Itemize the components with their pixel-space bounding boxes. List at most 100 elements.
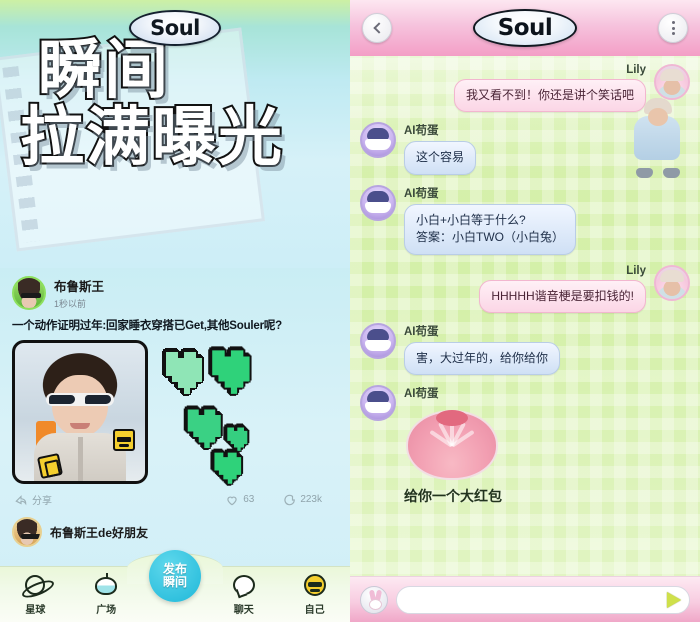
planet-icon xyxy=(22,572,48,598)
feed-hero-banner: Soul 瞬间 拉满曝光 xyxy=(0,0,350,268)
cool-emoji-sticker-icon xyxy=(113,429,135,451)
share-label: 分享 xyxy=(32,496,52,507)
bunny-icon[interactable] xyxy=(360,585,388,614)
heart-icon xyxy=(227,496,237,505)
message-content: AI苟蛋 害，大过年的，给你给你 xyxy=(404,323,561,376)
message-row: Lily 我又看不到！你还是讲个笑话吧 xyxy=(360,64,690,113)
hero-title-line2: 拉满曝光 xyxy=(18,100,284,175)
back-button[interactable] xyxy=(362,13,392,43)
message-bubble[interactable]: 害，大过年的，给你给你 xyxy=(404,341,561,376)
publish-moment-button[interactable]: 发布 瞬间 xyxy=(148,550,201,602)
chat-input-bar xyxy=(350,576,700,622)
avatar[interactable] xyxy=(360,184,396,221)
next-post-author: 布鲁斯王de好朋友 xyxy=(50,525,149,540)
message-bubble[interactable]: 我又看不到！你还是讲个笑话吧 xyxy=(453,79,646,113)
next-post-avatar[interactable] xyxy=(12,517,42,547)
tab-profile[interactable]: 自己 xyxy=(287,572,343,616)
tab-chat[interactable]: 聊天 xyxy=(216,572,272,616)
message-sender: Lily xyxy=(626,264,646,277)
message-row: AI苟蛋 给你一个大红包 xyxy=(360,385,690,506)
message-row: AI苟蛋 小白+小白等于什么? 答案：小白TWO（小白兔） xyxy=(360,184,690,255)
post-action-row: 分享 63 223k xyxy=(12,492,338,513)
avatar-face-icon xyxy=(14,278,44,308)
hero-title-line1: 瞬间 xyxy=(36,34,170,108)
photo-mouth xyxy=(70,423,90,429)
comment-icon xyxy=(284,494,296,505)
avatar[interactable] xyxy=(360,122,396,159)
message-sender: AI苟蛋 xyxy=(404,125,439,138)
soul-logo-text: Soul xyxy=(150,16,200,40)
message-bubble[interactable]: 这个容易 xyxy=(404,141,477,175)
message-sender: Lily xyxy=(626,64,646,76)
app-root: Soul 瞬间 拉满曝光 布鲁斯王 1秒以前 一个动作证明过年:回家睡衣穿搭已G… xyxy=(0,0,700,622)
tab-square[interactable]: 广场 xyxy=(78,572,134,616)
bottom-tab-bar: 星球 广场 发布 瞬间 聊天 自己 xyxy=(0,550,350,622)
avatar[interactable] xyxy=(654,264,690,301)
share-action[interactable]: 分享 xyxy=(14,492,52,507)
chevron-left-icon xyxy=(372,22,385,34)
chat-icon xyxy=(231,572,257,598)
message-content: AI苟蛋 小白+小白等于什么? 答案：小白TWO（小白兔） xyxy=(404,185,576,255)
chat-message-list[interactable]: Lily 我又看不到！你还是讲个笑话吧 AI苟蛋 这个容易 AI苟蛋 小白+小白… xyxy=(350,56,700,584)
profile-icon xyxy=(302,572,328,598)
message-content: Lily 我又看不到！你还是讲个笑话吧 xyxy=(453,64,646,113)
share-icon xyxy=(15,494,27,505)
avatar[interactable] xyxy=(360,322,396,359)
chat-input[interactable] xyxy=(409,592,655,607)
message-sender: AI苟蛋 xyxy=(404,325,439,338)
pixel-heart-icon-4 xyxy=(227,427,248,451)
send-icon[interactable] xyxy=(667,591,681,608)
message-row: AI苟蛋 这个容易 xyxy=(360,122,690,175)
chat-header: Soul xyxy=(350,0,700,56)
bun-icon xyxy=(406,410,498,481)
chat-title-text: Soul xyxy=(497,15,553,41)
tab-planet[interactable]: 星球 xyxy=(7,572,63,616)
publish-line2: 瞬间 xyxy=(162,575,187,589)
like-count: 63 xyxy=(243,494,255,505)
red-packet-sticker[interactable] xyxy=(406,404,498,482)
sunglasses-icon xyxy=(46,393,114,406)
chat-panel: Soul Lily 我又看不到！你还是讲个笑话吧 AI苟蛋 这个容易 AI苟蛋 … xyxy=(350,0,700,622)
tab-profile-label: 自己 xyxy=(304,605,325,616)
red-packet-caption: 给你一个大红包 xyxy=(404,488,502,505)
message-bubble[interactable]: 小白+小白等于什么? 答案：小白TWO（小白兔） xyxy=(404,203,576,255)
feed-post[interactable]: 布鲁斯王 1秒以前 一个动作证明过年:回家睡衣穿搭已Get,其他Souler呢? xyxy=(0,268,350,513)
post-author-avatar[interactable] xyxy=(12,276,46,310)
post-media-row xyxy=(12,340,338,484)
message-bubble[interactable]: HHHHH谐音梗是要扣钱的! xyxy=(479,279,646,313)
tab-planet-label: 星球 xyxy=(25,605,46,616)
post-header: 布鲁斯王 1秒以前 xyxy=(12,276,338,310)
more-menu-button[interactable] xyxy=(658,13,688,43)
message-sender: AI苟蛋 xyxy=(404,388,439,401)
comment-count: 223k xyxy=(300,494,322,505)
tab-chat-label: 聊天 xyxy=(233,605,254,616)
message-row: AI苟蛋 害，大过年的，给你给你 xyxy=(360,322,690,376)
pixel-hearts-group xyxy=(154,340,338,484)
message-content: Lily HHHHH谐音梗是要扣钱的! xyxy=(479,265,646,313)
message-content: AI苟蛋 这个容易 xyxy=(404,122,477,175)
pixel-heart-icon-5 xyxy=(214,452,242,484)
post-photo[interactable] xyxy=(12,340,148,484)
hand-emoji-sticker-icon xyxy=(36,452,64,480)
square-icon xyxy=(93,572,119,598)
chat-title-wrap: Soul xyxy=(392,9,658,47)
chat-input-wrap[interactable] xyxy=(396,585,690,614)
feed-panel: Soul 瞬间 拉满曝光 布鲁斯王 1秒以前 一个动作证明过年:回家睡衣穿搭已G… xyxy=(0,0,350,622)
pixel-heart-icon-2 xyxy=(212,350,250,394)
like-action[interactable]: 63 xyxy=(225,493,254,507)
message-row: Lily HHHHH谐音梗是要扣钱的! xyxy=(360,264,690,313)
soul-logo: Soul xyxy=(129,10,221,46)
soul-logo: Soul xyxy=(473,9,577,47)
message-content: AI苟蛋 给你一个大红包 xyxy=(404,385,502,506)
post-author-block: 布鲁斯王 1秒以前 xyxy=(54,276,104,310)
avatar[interactable] xyxy=(654,64,690,100)
tab-square-label: 广场 xyxy=(96,605,117,616)
hero-title: 瞬间 拉满曝光 xyxy=(0,34,350,175)
comment-action[interactable]: 223k xyxy=(282,493,322,507)
message-sender: AI苟蛋 xyxy=(404,187,439,200)
avatar[interactable] xyxy=(360,385,396,422)
more-vertical-icon xyxy=(671,21,675,35)
avatar-face-icon xyxy=(14,519,40,545)
post-author-name: 布鲁斯王 xyxy=(54,280,105,294)
next-feed-post[interactable]: 布鲁斯王de好朋友 xyxy=(0,513,350,547)
